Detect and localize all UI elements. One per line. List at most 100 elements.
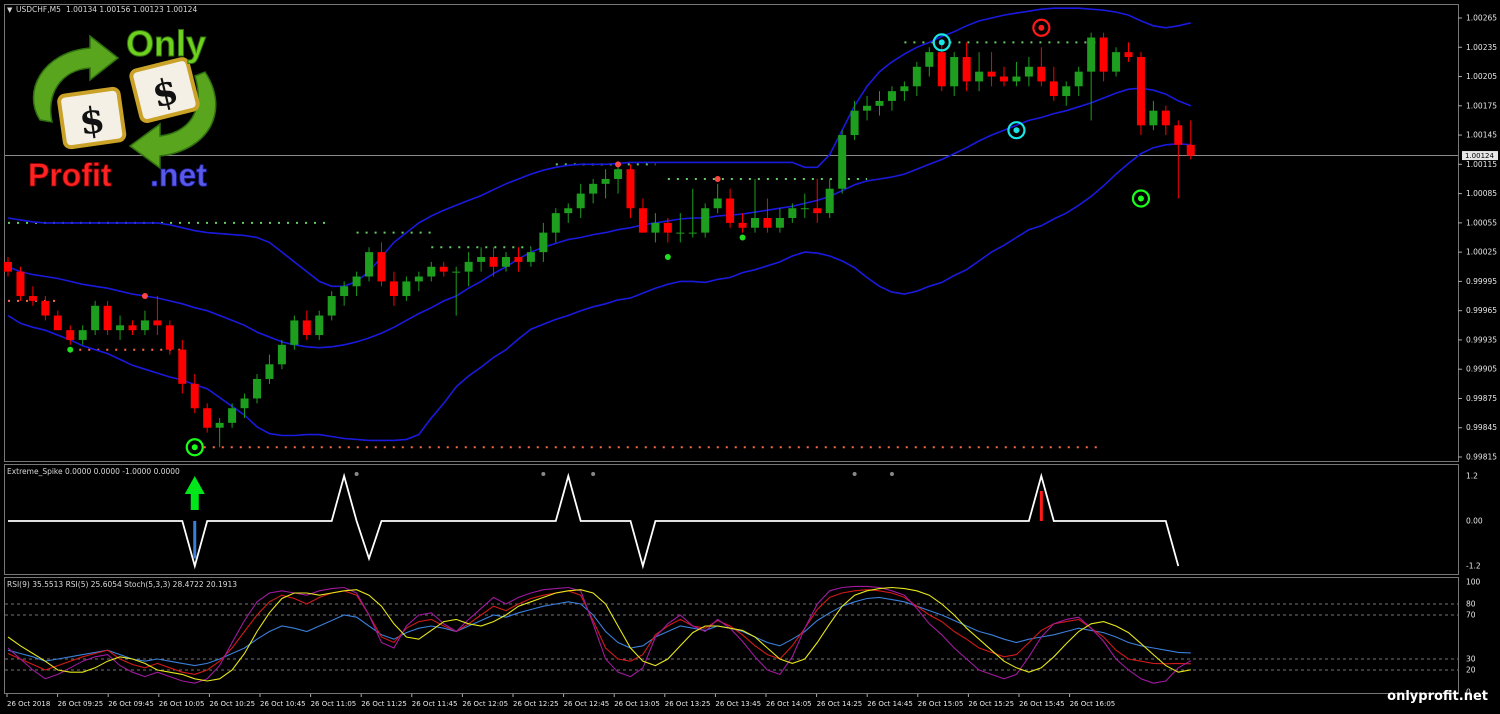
trading-chart[interactable]: 1.00265 1.00235 1.00205 1.00175 1.00145 1.001…: [0, 0, 1500, 714]
candle-52[interactable]: [651, 213, 660, 243]
candle-49[interactable]: [614, 164, 623, 194]
candle-body: [713, 198, 722, 209]
candle-85[interactable]: [1062, 81, 1071, 106]
candle-26[interactable]: [327, 291, 336, 321]
price-tick-label: 1.00115: [1466, 160, 1497, 169]
candle-45[interactable]: [564, 203, 573, 223]
candle-34[interactable]: [427, 261, 436, 282]
candle-92[interactable]: [1149, 100, 1158, 131]
candle-29[interactable]: [365, 247, 374, 282]
candle-35[interactable]: [439, 261, 448, 277]
candle-73[interactable]: [912, 61, 921, 97]
candle-87[interactable]: [1087, 32, 1096, 121]
candle-24[interactable]: [302, 310, 311, 340]
candle-61[interactable]: [763, 198, 772, 233]
candle-54[interactable]: [676, 213, 685, 243]
candle-33[interactable]: [414, 271, 423, 292]
candle-64[interactable]: [800, 193, 809, 218]
candle-94[interactable]: [1174, 120, 1183, 199]
spike-panel[interactable]: [8, 472, 1180, 570]
oscillator-panel[interactable]: [5, 585, 1458, 684]
candle-80[interactable]: [1000, 66, 1008, 87]
osc-tick-label: 100: [1466, 578, 1481, 587]
candle-68[interactable]: [850, 100, 859, 140]
candle-76[interactable]: [950, 52, 959, 97]
candle-83[interactable]: [1037, 47, 1046, 87]
candle-62[interactable]: [775, 208, 784, 233]
candle-19[interactable]: [240, 393, 249, 418]
candle-78[interactable]: [975, 52, 984, 92]
candle-7[interactable]: [91, 300, 100, 336]
candle-37[interactable]: [464, 252, 473, 287]
candle-2[interactable]: [28, 286, 37, 306]
candle-70[interactable]: [875, 91, 884, 116]
price-panel[interactable]: [4, 7, 1458, 457]
candle-95[interactable]: [1186, 120, 1195, 160]
candle-12[interactable]: [153, 296, 162, 336]
candle-9[interactable]: [116, 315, 125, 340]
candle-57[interactable]: [713, 183, 722, 214]
candle-93[interactable]: [1161, 105, 1170, 136]
candle-72[interactable]: [900, 81, 909, 101]
candle-36[interactable]: [452, 266, 461, 316]
candle-32[interactable]: [402, 276, 411, 301]
candle-15[interactable]: [190, 374, 199, 414]
candle-44[interactable]: [551, 208, 560, 243]
candle-body: [975, 71, 984, 82]
candle-21[interactable]: [265, 354, 274, 384]
candle-30[interactable]: [377, 242, 386, 287]
candle-58[interactable]: [726, 188, 735, 228]
chart-menu-icon[interactable]: ▼: [7, 6, 13, 14]
candle-77[interactable]: [962, 42, 971, 92]
candle-89[interactable]: [1112, 47, 1121, 77]
candle-28[interactable]: [352, 271, 361, 297]
candle-86[interactable]: [1074, 66, 1083, 97]
candle-47[interactable]: [589, 178, 598, 204]
candle-body: [589, 183, 598, 194]
candle-0[interactable]: [4, 257, 12, 277]
candle-88[interactable]: [1099, 32, 1108, 82]
candle-11[interactable]: [140, 310, 149, 336]
candle-51[interactable]: [638, 198, 647, 233]
candle-91[interactable]: [1136, 52, 1145, 136]
candle-46[interactable]: [576, 183, 585, 218]
candle-20[interactable]: [253, 374, 261, 404]
candle-71[interactable]: [887, 86, 896, 111]
candle-90[interactable]: [1124, 42, 1133, 62]
candle-48[interactable]: [601, 169, 610, 199]
candle-31[interactable]: [389, 271, 398, 306]
candle-84[interactable]: [1049, 66, 1058, 101]
spike-line: [8, 472, 1180, 570]
candle-18[interactable]: [228, 403, 237, 428]
candle-60[interactable]: [751, 178, 759, 233]
candle-81[interactable]: [1012, 61, 1021, 87]
candle-3[interactable]: [41, 296, 50, 321]
candle-56[interactable]: [701, 203, 710, 238]
candle-13[interactable]: [165, 320, 174, 355]
candle-25[interactable]: [315, 310, 324, 340]
candle-23[interactable]: [290, 315, 299, 350]
candle-69[interactable]: [863, 96, 872, 121]
candle-67[interactable]: [838, 130, 847, 194]
candle-50[interactable]: [626, 164, 635, 218]
candle-8[interactable]: [103, 300, 112, 336]
candle-10[interactable]: [128, 320, 137, 336]
candle-1[interactable]: [16, 266, 25, 301]
candle-6[interactable]: [78, 325, 87, 345]
candle-41[interactable]: [514, 247, 523, 272]
candle-14[interactable]: [178, 339, 187, 394]
candle-38[interactable]: [477, 247, 486, 272]
candle-66[interactable]: [825, 178, 834, 218]
candle-body: [900, 86, 909, 92]
candle-82[interactable]: [1024, 57, 1033, 87]
candle-4[interactable]: [53, 310, 62, 331]
candle-74[interactable]: [925, 47, 934, 77]
candle-body: [78, 330, 87, 340]
candle-22[interactable]: [277, 339, 286, 370]
candle-43[interactable]: [539, 222, 548, 262]
candle-55[interactable]: [688, 188, 697, 238]
candle-17[interactable]: [215, 417, 224, 448]
candle-79[interactable]: [987, 52, 996, 87]
candle-59[interactable]: [738, 213, 747, 233]
candle-16[interactable]: [203, 403, 212, 433]
